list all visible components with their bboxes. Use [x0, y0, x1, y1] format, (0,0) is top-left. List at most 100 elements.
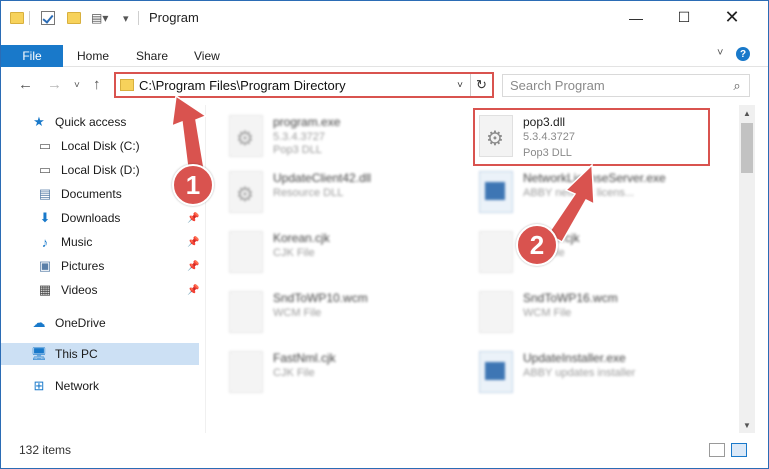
scroll-up-icon[interactable]: ▲ — [739, 105, 755, 121]
search-icon[interactable]: ⌕ — [725, 78, 749, 94]
sidebar-item-label: Local Disk (C:) — [61, 139, 140, 153]
drive-icon: ▭ — [38, 162, 52, 177]
address-dropdown-icon[interactable]: ˅ — [450, 80, 470, 91]
file-type: WCM File — [273, 307, 322, 319]
forward-icon[interactable]: → — [47, 76, 62, 93]
quick-access-dropdown-icon[interactable]: ▾ — [123, 9, 129, 27]
window-title: Program — [149, 10, 199, 25]
app-file-icon — [479, 171, 513, 213]
scrollbar-thumb[interactable] — [741, 123, 753, 173]
search-input[interactable]: Search Program — [503, 78, 725, 93]
file-name: FastNml.cjk — [273, 351, 336, 365]
pin-icon[interactable]: 📌 — [187, 141, 199, 152]
scroll-down-icon[interactable]: ▼ — [739, 417, 755, 433]
sidebar-item-local-disk-c[interactable]: ▭ Local Disk (C:) — [37, 135, 140, 157]
pin-icon[interactable]: 📌 — [187, 237, 199, 248]
document-file-icon — [229, 351, 263, 393]
file-type: CJK File — [273, 247, 315, 259]
file-item[interactable]: FastNml.cjk CJK File — [229, 349, 469, 397]
customize-quick-access-icon[interactable]: ▤▾ — [91, 9, 108, 27]
tab-file[interactable]: File — [1, 45, 63, 67]
documents-icon: ▤ — [38, 186, 52, 201]
document-file-icon — [229, 291, 263, 333]
help-icon[interactable]: ? — [736, 47, 750, 61]
sidebar-item-network[interactable]: ⊞ Network — [31, 375, 99, 397]
up-icon[interactable]: ↑ — [93, 76, 101, 93]
tab-home[interactable]: Home — [77, 49, 109, 63]
dll-file-icon — [229, 171, 263, 213]
file-type: CJK File — [273, 367, 315, 379]
sidebar-item-quick-access[interactable]: ★ Quick access — [31, 111, 126, 133]
pin-icon[interactable]: 📌 — [187, 261, 199, 272]
file-name: UpdateInstaller.exe — [523, 351, 626, 365]
file-name: Korean.cjk — [273, 231, 330, 245]
back-icon[interactable]: ← — [18, 76, 33, 93]
file-item[interactable]: UpdateClient42.dll Resource DLL — [229, 169, 469, 217]
file-item[interactable]: program.exe 5.3.4.3727 Pop3 DLL — [229, 113, 469, 161]
folder-icon[interactable] — [10, 9, 24, 27]
file-item[interactable]: SndToWP10.wcm WCM File — [229, 289, 469, 337]
refresh-icon[interactable]: ↻ — [470, 74, 492, 96]
sidebar-item-music[interactable]: ♪ Music — [37, 231, 93, 253]
maximize-button[interactable]: ☐ — [661, 1, 707, 34]
document-file-icon — [229, 231, 263, 273]
sidebar-item-pictures[interactable]: ▣ Pictures — [37, 255, 105, 277]
expand-ribbon-icon[interactable]: ˅ — [717, 47, 723, 59]
ribbon: File Home Share View ˅ ? — [1, 34, 768, 67]
pop3-highlight-box — [473, 108, 710, 166]
sidebar-item-local-disk-d[interactable]: ▭ Local Disk (D:) — [37, 159, 140, 181]
sidebar-item-label: This PC — [55, 347, 98, 361]
file-item[interactable]: UpdateInstaller.exe ABBY updates install… — [479, 349, 719, 397]
tab-view[interactable]: View — [194, 49, 220, 63]
large-icons-view-icon[interactable] — [731, 443, 747, 457]
file-name: program.exe — [273, 115, 341, 129]
music-icon: ♪ — [41, 234, 49, 250]
file-type: ABBY network licens... — [523, 187, 635, 199]
file-type: Resource DLL — [273, 187, 344, 199]
file-name: NetworkLicenseServer.exe — [523, 171, 666, 185]
sidebar-item-label: Music — [61, 235, 93, 249]
sidebar-item-onedrive[interactable]: ☁ OneDrive — [31, 312, 106, 334]
pin-icon[interactable]: 📌 — [187, 285, 199, 296]
title-bar: ▤▾ ▾ Program — ☐ ✕ — [1, 1, 768, 34]
recent-locations-icon[interactable]: ˅ — [74, 80, 80, 91]
sidebar-item-documents[interactable]: ▤ Documents — [37, 183, 122, 205]
sidebar-item-downloads[interactable]: ⬇ Downloads — [37, 207, 121, 229]
star-icon: ★ — [33, 114, 45, 129]
explorer-window: ▤▾ ▾ Program — ☐ ✕ File Home Share View … — [0, 0, 769, 469]
cloud-icon: ☁ — [32, 315, 46, 330]
sidebar-item-label: OneDrive — [55, 316, 106, 330]
item-count: 132 items — [19, 443, 72, 457]
new-folder-icon[interactable] — [67, 9, 81, 27]
close-button[interactable]: ✕ — [709, 1, 755, 34]
sidebar-item-videos[interactable]: ▦ Videos — [37, 279, 98, 301]
file-name: UpdateClient42.dll — [273, 171, 372, 185]
details-view-icon[interactable] — [709, 443, 725, 457]
file-item[interactable]: Korean.cjk CJK File — [229, 229, 469, 277]
sidebar-item-label: Pictures — [61, 259, 105, 273]
file-version: 5.3.4.3727 — [273, 131, 325, 143]
sidebar-item-this-pc[interactable]: 🖥 This PC — [1, 343, 199, 365]
file-item[interactable]: ABBYY.cjk CJK File — [479, 229, 719, 277]
step-2-marker: 2 — [516, 224, 558, 266]
navigation-pane: ★ Quick access ▭ Local Disk (C:) 📌 ▭ Loc… — [1, 105, 206, 433]
tab-share[interactable]: Share — [136, 49, 168, 63]
sidebar-item-label: Network — [55, 379, 100, 393]
vertical-scrollbar[interactable]: ▲ ▼ — [739, 105, 755, 433]
address-path[interactable]: C:\Program Files\Program Directory — [139, 78, 450, 93]
sidebar-item-label: Downloads — [61, 211, 121, 225]
file-item[interactable]: SndToWP16.wcm WCM File — [479, 289, 719, 337]
properties-check-icon[interactable] — [41, 9, 55, 27]
address-row: ← → ˅ ↑ C:\Program Files\Program Directo… — [1, 68, 768, 104]
sidebar-item-label: Videos — [61, 283, 98, 297]
computer-icon: 🖥 — [30, 346, 48, 361]
search-box[interactable]: Search Program ⌕ — [502, 74, 750, 97]
status-bar: 132 items — [1, 433, 768, 468]
network-icon: ⊞ — [33, 378, 45, 393]
sidebar-item-label: Quick access — [55, 115, 127, 129]
file-item[interactable]: NetworkLicenseServer.exe ABBY network li… — [479, 169, 719, 217]
minimize-button[interactable]: — — [613, 1, 659, 34]
pin-icon[interactable]: 📌 — [187, 213, 199, 224]
address-bar[interactable]: C:\Program Files\Program Directory ˅ ↻ — [114, 72, 494, 98]
step-1-marker: 1 — [172, 164, 214, 206]
